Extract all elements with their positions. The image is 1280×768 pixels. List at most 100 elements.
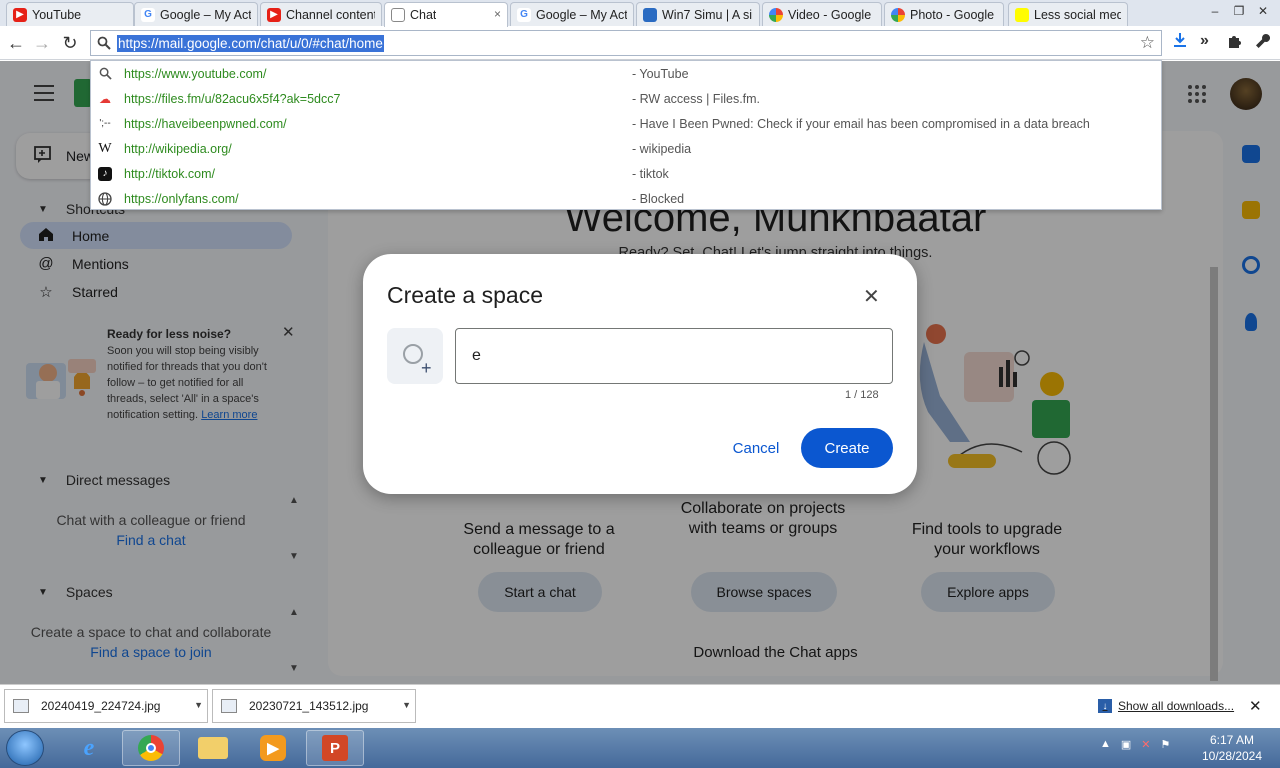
download-filename: 20230721_143512.jpg [249, 699, 369, 713]
add-icon: + [421, 358, 432, 378]
taskbar-powerpoint[interactable]: P [306, 730, 364, 766]
photos-icon [769, 7, 783, 22]
more-extensions-icon[interactable]: » [1200, 32, 1209, 50]
clock-time: 6:17 AM [1209, 733, 1255, 747]
suggestion-item[interactable]: ♪ http://tiktok.com/ - tiktok [91, 161, 1161, 186]
tray-expand-icon[interactable]: ▲ [1100, 738, 1111, 751]
chrome-icon [138, 735, 164, 761]
address-bar[interactable]: https://mail.google.com/chat/u/0/#chat/h… [90, 30, 1162, 56]
system-clock[interactable]: 6:17 AM 10/28/2024 [1188, 732, 1276, 764]
suggestion-title: - wikipedia [632, 141, 692, 156]
powerpoint-icon: P [322, 735, 348, 761]
suggestion-item[interactable]: https://onlyfans.com/ - Blocked [91, 186, 1161, 211]
space-emoji-picker[interactable]: + [387, 328, 443, 384]
chevron-down-icon[interactable]: ▼ [402, 700, 411, 710]
win7-icon [643, 7, 657, 22]
image-file-icon [221, 699, 237, 713]
start-button[interactable] [6, 730, 44, 766]
media-player-icon: ▶ [260, 735, 286, 761]
tab-chat[interactable]: Chat × [384, 2, 508, 27]
restore-button[interactable]: ❐ [1228, 2, 1250, 20]
snapchat-icon [1015, 7, 1029, 22]
search-icon [97, 66, 113, 82]
taskbar-internet-explorer[interactable]: e [60, 730, 118, 766]
suggestion-url: http://tiktok.com/ [124, 166, 216, 181]
tab-label: Google – My Acti [536, 7, 627, 22]
tab-close-icon[interactable]: × [494, 7, 501, 21]
google-icon: G [517, 7, 531, 22]
tab-label: Channel content [286, 7, 375, 22]
tab-label: Chat [410, 8, 437, 22]
youtube-icon: ▶ [13, 7, 27, 22]
volume-muted-icon[interactable]: ✕ [1141, 738, 1150, 751]
forward-button[interactable]: → [30, 31, 54, 55]
suggestion-title: - Blocked [632, 191, 685, 206]
wrench-menu-icon[interactable] [1254, 32, 1272, 55]
dialog-title: Create a space [387, 282, 543, 308]
reload-button[interactable]: ↻ [58, 31, 82, 55]
chat-icon [391, 8, 405, 22]
network-icon[interactable]: ▣ [1121, 738, 1131, 751]
tab-win7-simu[interactable]: Win7 Simu | A sim [636, 2, 760, 26]
suggestion-title: - tiktok [632, 166, 669, 181]
suggestion-url: https://haveibeenpwned.com/ [124, 116, 287, 131]
tab-photo-google-photos[interactable]: Photo - Google P [884, 2, 1004, 26]
flag-icon[interactable]: ⚑ [1161, 738, 1171, 751]
show-all-downloads-link[interactable]: ↓ Show all downloads... [1098, 699, 1234, 713]
tab-label: Google – My Acti [160, 7, 251, 22]
suggestion-item[interactable]: ';-- https://haveibeenpwned.com/ - Have … [91, 111, 1161, 136]
address-url[interactable]: https://mail.google.com/chat/u/0/#chat/h… [117, 35, 384, 52]
tab-label: Video - Google P [788, 7, 875, 22]
cancel-button[interactable]: Cancel [725, 428, 787, 468]
tab-strip: ▶ YouTube G Google – My Acti ▶ Channel c… [0, 0, 1280, 27]
tab-label: YouTube [32, 7, 82, 22]
tab-less-social-media[interactable]: Less social medi [1008, 2, 1128, 26]
folder-icon [198, 737, 228, 759]
browser-toolbar: ← → ↻ https://mail.google.com/chat/u/0/#… [0, 26, 1280, 60]
download-filename: 20240419_224724.jpg [41, 699, 161, 713]
suggestion-title: - Have I Been Pwned: Check if your email… [632, 116, 1090, 131]
close-window-button[interactable]: ✕ [1252, 2, 1274, 20]
downloads-icon[interactable] [1172, 32, 1188, 53]
windows-taskbar: e ▶ P ▲ ▣ ✕ ⚑ 6:17 AM 10/28/2024 [0, 728, 1280, 768]
tab-google-my-activity[interactable]: G Google – My Acti [134, 2, 258, 26]
tab-channel-content[interactable]: ▶ Channel content [260, 2, 382, 26]
filesfm-icon: ☁ [99, 91, 111, 106]
back-button[interactable]: ← [4, 31, 28, 55]
tab-label: Photo - Google P [910, 7, 997, 22]
taskbar-media-player[interactable]: ▶ [244, 730, 302, 766]
close-icon[interactable]: ✕ [1249, 697, 1262, 715]
wikipedia-icon: W [98, 140, 112, 156]
bookmark-star-icon[interactable]: ☆ [1140, 33, 1155, 53]
clock-date: 10/28/2024 [1201, 749, 1263, 763]
tab-google-my-activity-2[interactable]: G Google – My Acti [510, 2, 634, 26]
suggestion-url: https://www.youtube.com/ [124, 66, 267, 81]
suggestion-url: https://files.fm/u/82acu6x5f4?ak=5dcc7 [124, 91, 341, 106]
taskbar-chrome[interactable] [122, 730, 180, 766]
character-counter: 1 / 128 [845, 389, 879, 401]
suggestion-item[interactable]: ☁ https://files.fm/u/82acu6x5f4?ak=5dcc7… [91, 86, 1161, 111]
tab-youtube[interactable]: ▶ YouTube [6, 2, 134, 26]
download-item[interactable]: 20230721_143512.jpg ▼ [212, 689, 416, 723]
suggestion-url: http://wikipedia.org/ [124, 141, 232, 156]
photos-icon [891, 7, 905, 22]
suggestion-title: - YouTube [632, 66, 689, 81]
puzzle-extension-icon[interactable] [1226, 32, 1244, 55]
suggestion-title: - RW access | Files.fm. [632, 91, 761, 106]
taskbar-explorer[interactable] [184, 730, 242, 766]
image-file-icon [13, 699, 29, 713]
download-item[interactable]: 20240419_224724.jpg ▼ [4, 689, 208, 723]
minimize-button[interactable]: – [1204, 2, 1226, 20]
space-name-input[interactable] [455, 328, 893, 384]
tiktok-icon: ♪ [98, 166, 112, 181]
create-button[interactable]: Create [801, 428, 893, 468]
chevron-down-icon[interactable]: ▼ [194, 700, 203, 710]
search-icon [97, 36, 111, 53]
close-icon[interactable]: ✕ [863, 284, 880, 309]
suggestion-item[interactable]: https://www.youtube.com/ - YouTube [91, 61, 1161, 86]
youtube-icon: ▶ [267, 7, 281, 22]
tab-video-google-photos[interactable]: Video - Google P [762, 2, 882, 26]
create-space-dialog: Create a space ✕ + 1 / 128 Cancel Create [363, 254, 917, 494]
suggestion-item[interactable]: W http://wikipedia.org/ - wikipedia [91, 136, 1161, 161]
tab-label: Win7 Simu | A sim [662, 7, 753, 22]
